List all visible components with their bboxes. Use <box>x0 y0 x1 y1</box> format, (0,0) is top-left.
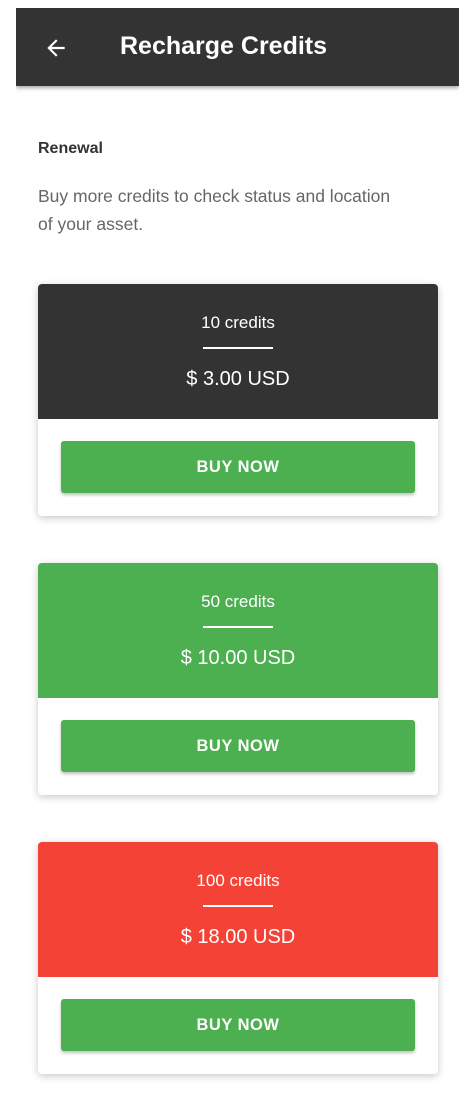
main-content: Renewal Buy more credits to check status… <box>16 86 459 1104</box>
back-button[interactable] <box>36 28 76 68</box>
package-header: 50 credits $ 10.00 USD <box>38 563 438 698</box>
package-price: $ 3.00 USD <box>186 368 290 390</box>
buy-now-button[interactable]: BUY NOW <box>61 999 415 1051</box>
buy-now-button[interactable]: BUY NOW <box>61 441 415 493</box>
recharge-screen: Recharge Credits Renewal Buy more credit… <box>16 8 459 1104</box>
package-divider <box>203 905 273 907</box>
package-card-50: 50 credits $ 10.00 USD BUY NOW <box>38 563 438 795</box>
package-divider <box>203 626 273 628</box>
buy-now-button[interactable]: BUY NOW <box>61 720 415 772</box>
page-title: Recharge Credits <box>120 32 328 60</box>
package-credits: 50 credits <box>201 592 275 611</box>
package-header: 10 credits $ 3.00 USD <box>38 284 438 419</box>
package-credits: 10 credits <box>201 313 275 332</box>
section-title: Renewal <box>38 140 103 157</box>
app-bar: Recharge Credits <box>16 8 459 86</box>
package-divider <box>203 347 273 349</box>
package-card-100: 100 credits $ 18.00 USD BUY NOW <box>38 842 438 1074</box>
section-description: Buy more credits to check status and loc… <box>38 186 391 234</box>
arrow-left-icon <box>47 39 65 57</box>
package-card-10: 10 credits $ 3.00 USD BUY NOW <box>38 284 438 516</box>
package-header: 100 credits $ 18.00 USD <box>38 842 438 977</box>
package-price: $ 18.00 USD <box>180 926 296 948</box>
package-credits: 100 credits <box>196 871 280 890</box>
package-price: $ 10.00 USD <box>180 647 296 669</box>
